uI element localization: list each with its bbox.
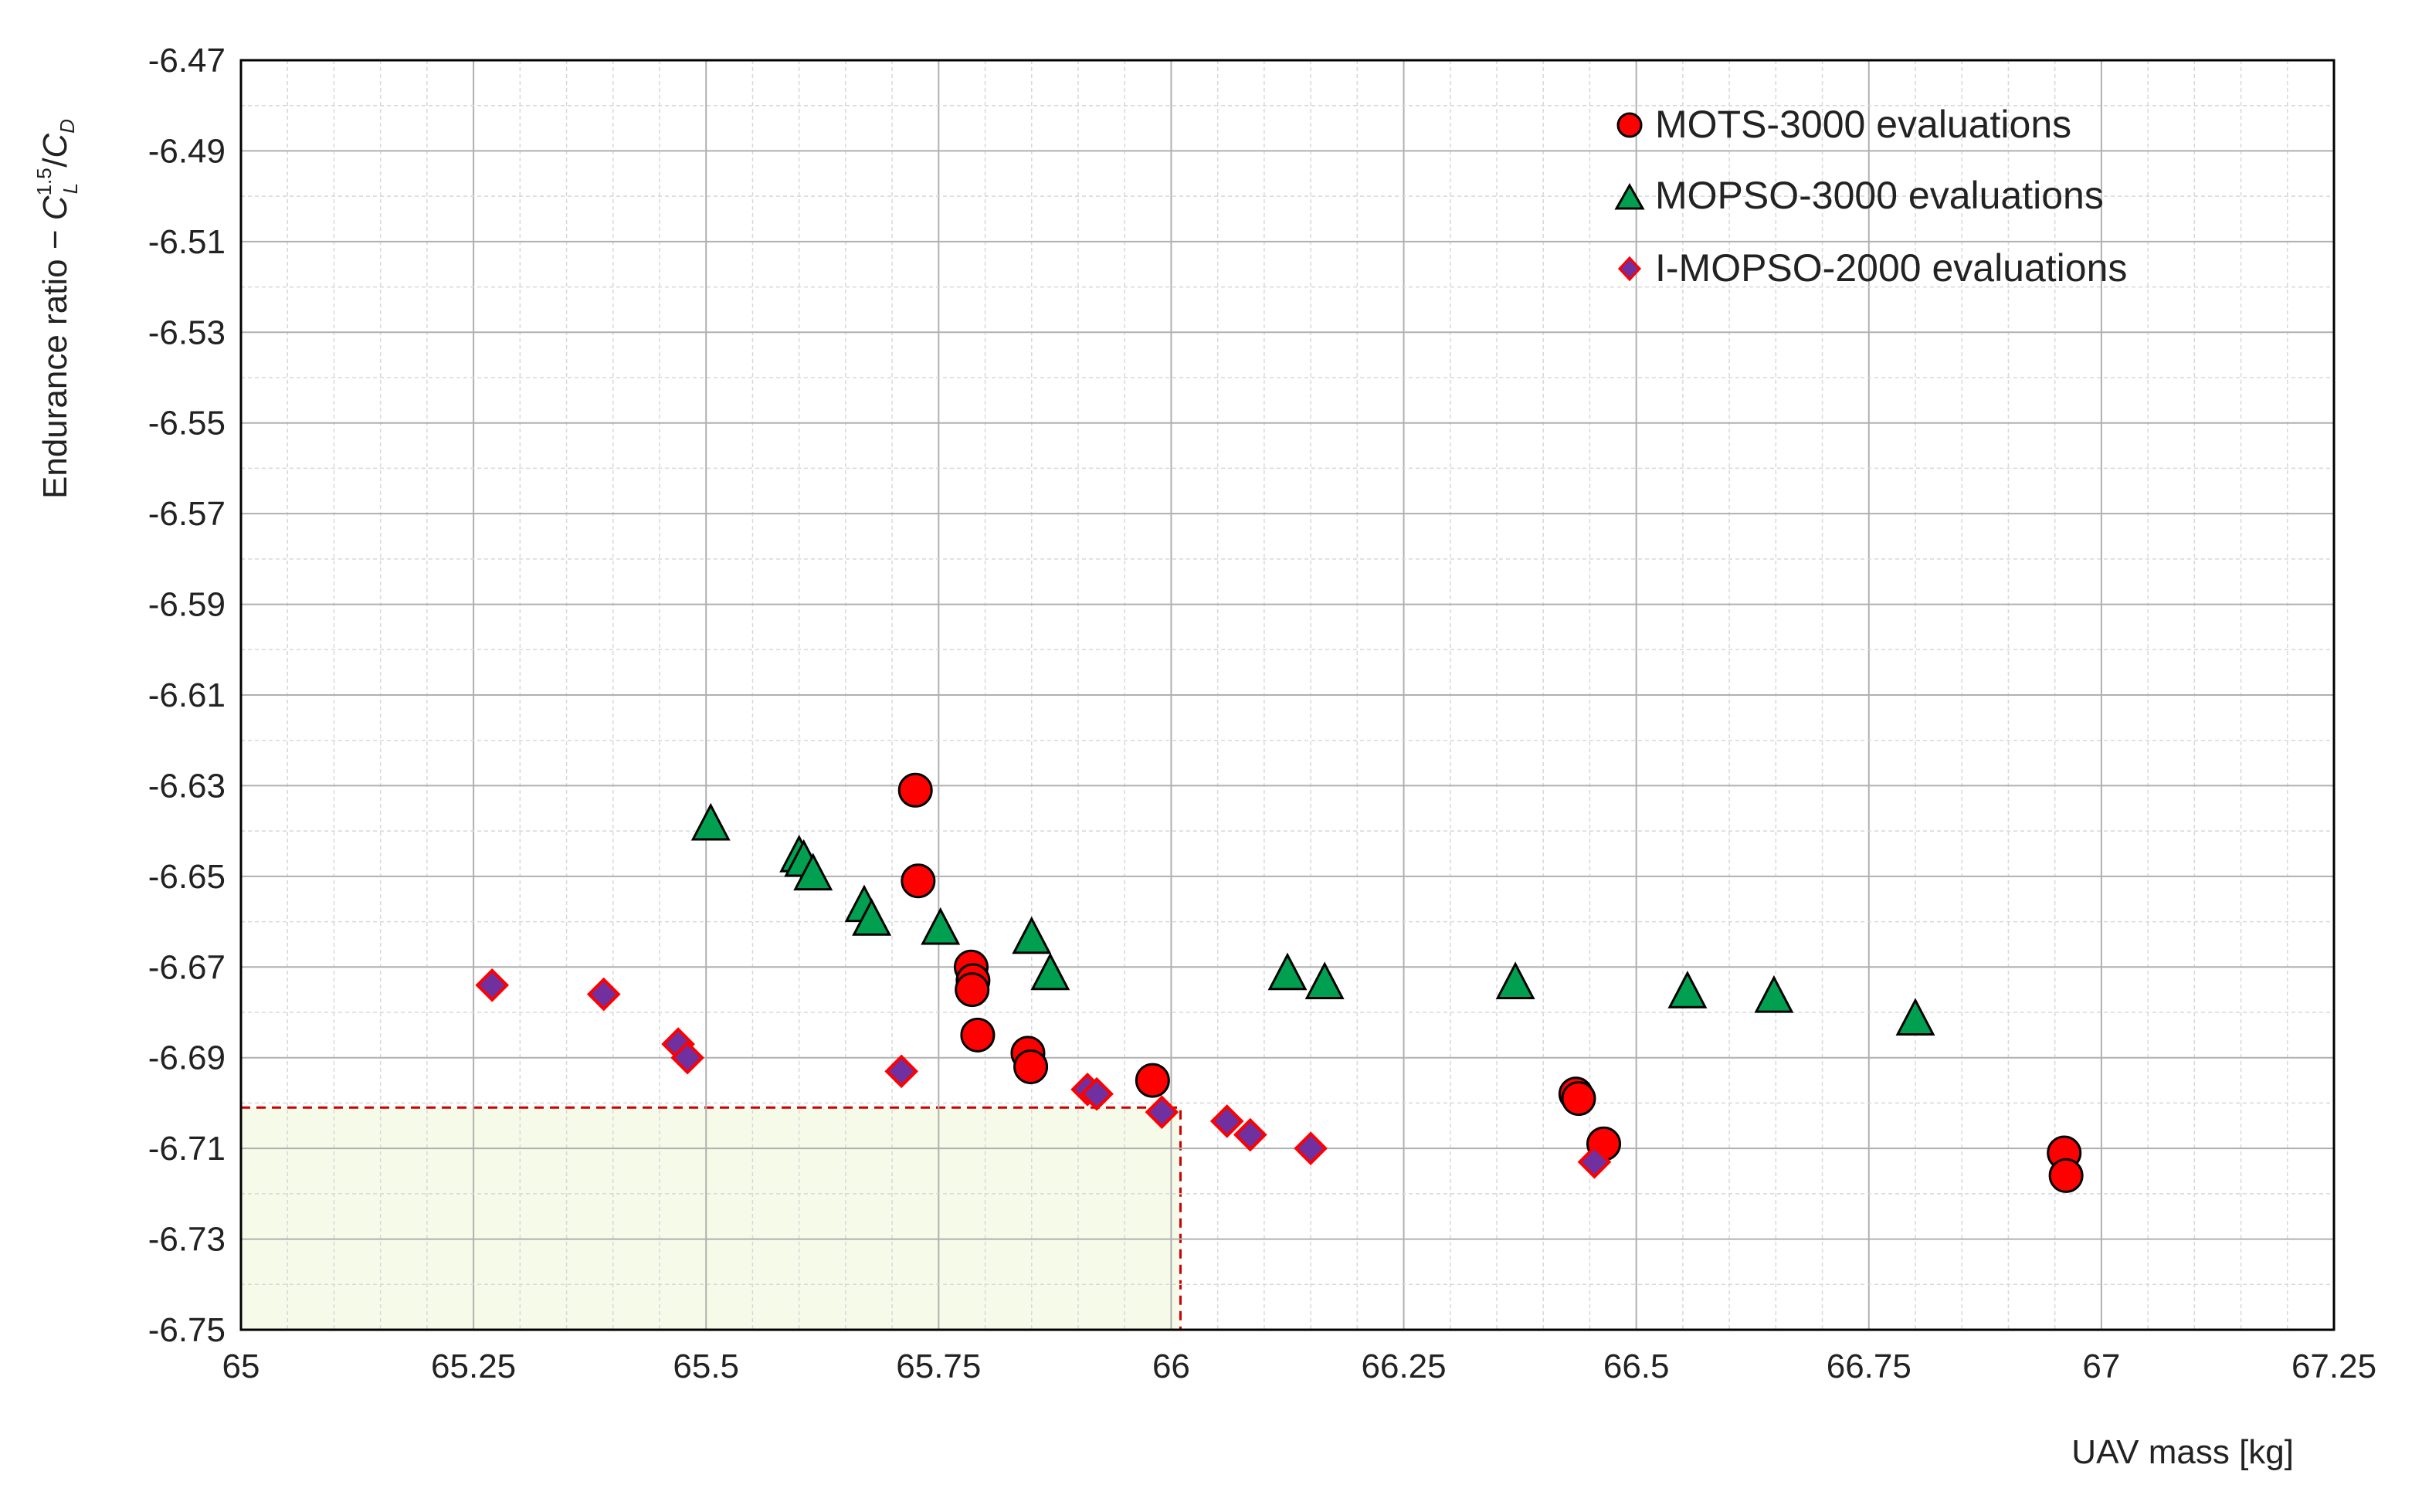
y-axis-formula-c1-sub: L — [59, 183, 82, 194]
data-point-circle — [1013, 1049, 1049, 1084]
y-axis-formula-c2: C — [36, 133, 74, 158]
y-tick-label: -6.61 — [148, 676, 226, 714]
legend-label-mots: MOTS-3000 evaluations — [1655, 103, 2071, 146]
y-tick-label: -6.53 — [148, 314, 226, 351]
legend-marker-circle — [1616, 112, 1643, 138]
x-tick-label: 65.25 — [431, 1348, 516, 1385]
y-tick-label: -6.55 — [148, 405, 226, 442]
y-tick-label: -6.57 — [148, 495, 226, 533]
y-tick-label: -6.73 — [148, 1221, 226, 1259]
y-tick-label: -6.67 — [148, 948, 226, 986]
y-axis-formula-slash: / — [36, 158, 74, 168]
x-tick-label: 67.25 — [2291, 1348, 2376, 1385]
legend-label-mopso: MOPSO-3000 evaluations — [1655, 174, 2104, 217]
legend-item-mots: MOTS-3000 evaluations — [1616, 103, 2071, 146]
y-tick-label: -6.65 — [148, 858, 226, 896]
legend-item-imopso: I-MOPSO-2000 evaluations — [1617, 246, 2127, 290]
x-tick-label: 66.75 — [1827, 1348, 1911, 1385]
x-tick-label: 66.5 — [1603, 1348, 1670, 1385]
x-axis-title: UAV mass [kg] — [2071, 1433, 2294, 1471]
x-tick-label: 66.25 — [1362, 1348, 1447, 1385]
scatter-chart: 65 65.25 65.5 65.75 66 66.25 66.5 66.75 67 67.25 -… — [0, 0, 2422, 1512]
y-tick-label: -6.59 — [148, 586, 226, 624]
data-point-circle — [2048, 1158, 2084, 1193]
y-tick-label: -6.69 — [148, 1039, 226, 1077]
x-tick-label: 66 — [1152, 1348, 1190, 1385]
data-point-circle — [1135, 1063, 1170, 1098]
x-tick-label: 65.75 — [896, 1348, 981, 1385]
y-tick-label: -6.63 — [148, 767, 226, 805]
y-tick-label: -6.51 — [148, 223, 226, 261]
data-point-circle — [955, 972, 990, 1008]
data-point-circle — [901, 863, 936, 899]
data-point-circle — [960, 1017, 996, 1053]
data-point-circle — [897, 772, 933, 808]
y-tick-label: -6.75 — [148, 1311, 226, 1349]
y-axis-title-text: Endurance ratio − — [36, 220, 74, 499]
y-tick-label: -6.49 — [148, 132, 226, 170]
y-tick-label: -6.47 — [148, 42, 226, 80]
y-tick-label: -6.71 — [148, 1130, 226, 1168]
x-tick-label: 65 — [222, 1348, 260, 1385]
legend-item-mopso: MOPSO-3000 evaluations — [1614, 174, 2104, 217]
y-axis-formula-c1-sup: 1.5 — [32, 168, 56, 195]
x-tick-label: 67 — [2082, 1348, 2120, 1385]
highlight-region-layer — [239, 1106, 1182, 1331]
legend: MOTS-3000 evaluations MOPSO-3000 evaluat… — [1614, 103, 2127, 290]
highlight-region — [239, 1106, 1182, 1331]
x-tick-label: 65.5 — [673, 1348, 739, 1385]
data-point-circle — [1561, 1081, 1596, 1117]
legend-label-imopso: I-MOPSO-2000 evaluations — [1655, 246, 2127, 290]
y-axis-formula-c2-sub: D — [56, 119, 79, 134]
y-axis-formula-c1: C — [36, 195, 74, 220]
